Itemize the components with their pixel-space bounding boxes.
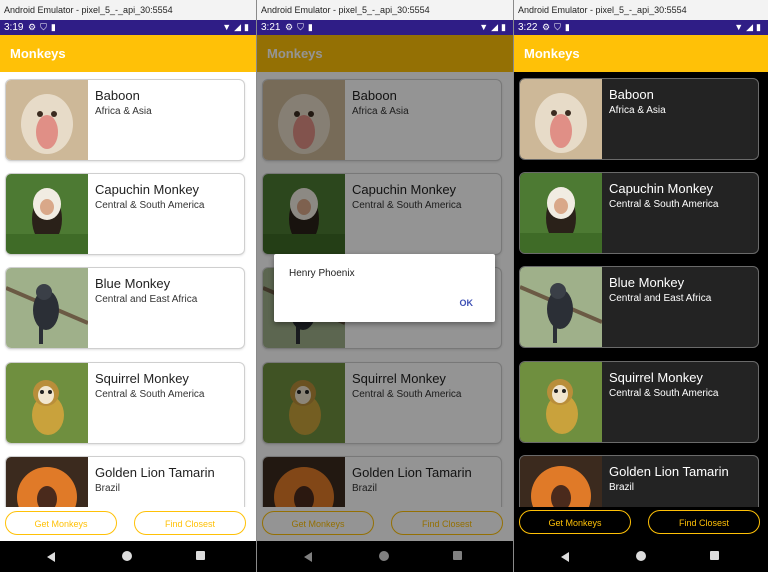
home-icon[interactable] [122,551,132,561]
find-closest-button[interactable]: Find Closest [134,511,246,535]
monkey-location: Brazil [95,483,121,494]
golden-lion-tamarin-photo [6,457,88,507]
blue-monkey-photo [6,268,88,348]
monkey-location: Central & South America [95,200,205,211]
system-nav-bar [0,541,256,572]
bottom-actions: Get Monkeys Find Closest [514,507,768,541]
monkey-name: Squirrel Monkey [609,370,703,385]
alert-dialog: Henry Phoenix OK [274,254,495,322]
status-icons-left: ⚙⛉▮ [285,20,317,35]
get-monkeys-button[interactable]: Get Monkeys [519,510,631,534]
squirrel-monkey-photo [520,362,602,442]
squirrel-monkey-photo [6,363,88,443]
monkey-location: Central & South America [609,388,719,399]
battery-icon: ▮ [501,22,509,32]
status-bar: 3:19 ⚙⛉▮ ▼◢▮ [0,20,256,35]
monkey-location: Central and East Africa [609,293,712,304]
status-icons-right: ▼◢▮ [222,20,252,35]
gear-icon: ⚙ [285,22,298,32]
monkey-list[interactable]: Baboon Africa & Asia Capuchin Monkey Cen… [0,72,256,507]
sim-icon: ▮ [50,22,60,32]
shield-icon: ⛉ [297,22,308,32]
baboon-photo [520,79,602,159]
get-monkeys-button[interactable]: Get Monkeys [5,511,117,535]
recents-icon[interactable] [196,551,205,560]
dialog-ok-button[interactable]: OK [460,298,474,308]
list-item[interactable]: Blue Monkey Central and East Africa [5,267,245,349]
signal-icon: ◢ [491,22,502,32]
monkey-location: Central & South America [609,199,719,210]
list-item[interactable]: Capuchin Monkey Central & South America [519,172,759,254]
app-bar: Monkeys [0,35,256,72]
status-icons-left: ⚙⛉▮ [542,20,574,35]
emulator-window-2: Android Emulator - pixel_5_-_api_30:5554… [257,0,513,572]
list-item[interactable]: Squirrel Monkey Central & South America [519,361,759,443]
baboon-photo [6,80,88,160]
status-time: 3:19 [4,22,24,33]
monkey-list[interactable]: Baboon Africa & Asia Capuchin Monkey Cen… [514,72,768,507]
sim-icon: ▮ [307,22,317,32]
battery-icon: ▮ [244,22,252,32]
status-bar: 3:21 ⚙⛉▮ ▼◢▮ [257,20,513,35]
window-title: Android Emulator - pixel_5_-_api_30:5554 [0,0,256,20]
status-time: 3:21 [261,22,281,33]
shield-icon: ⛉ [40,22,51,32]
back-icon[interactable] [561,552,569,562]
capuchin-photo [6,174,88,254]
status-icons-right: ▼◢▮ [734,20,764,35]
capuchin-photo [520,173,602,253]
status-bar: 3:22 ⚙⛉▮ ▼◢▮ [514,20,768,35]
list-item[interactable]: Blue Monkey Central and East Africa [519,266,759,348]
list-item[interactable]: Golden Lion Tamarin Brazil [5,456,245,507]
monkey-name: Squirrel Monkey [95,371,189,386]
monkey-name: Capuchin Monkey [609,181,714,196]
sim-icon: ▮ [564,22,574,32]
monkey-name: Golden Lion Tamarin [609,464,729,479]
monkey-name: Golden Lion Tamarin [95,465,215,480]
golden-lion-tamarin-photo [520,456,602,507]
gear-icon: ⚙ [542,22,555,32]
monkey-name: Baboon [609,87,654,102]
back-icon[interactable] [47,552,55,562]
monkey-location: Brazil [609,482,635,493]
wifi-icon: ▼ [222,22,235,32]
list-item[interactable]: Baboon Africa & Asia [519,78,759,160]
home-icon[interactable] [636,551,646,561]
window-title: Android Emulator - pixel_5_-_api_30:5554 [514,0,768,20]
recents-icon[interactable] [710,551,719,560]
list-item[interactable]: Capuchin Monkey Central & South America [5,173,245,255]
status-icons-left: ⚙⛉▮ [28,20,60,35]
monkey-location: Africa & Asia [95,106,152,117]
signal-icon: ◢ [234,22,245,32]
find-closest-button[interactable]: Find Closest [648,510,760,534]
status-time: 3:22 [518,22,538,33]
wifi-icon: ▼ [734,22,747,32]
list-item[interactable]: Squirrel Monkey Central & South America [5,362,245,444]
window-title: Android Emulator - pixel_5_-_api_30:5554 [257,0,513,20]
monkey-location: Central and East Africa [95,294,198,305]
monkey-location: Central & South America [95,389,205,400]
list-item[interactable]: Baboon Africa & Asia [5,79,245,161]
signal-icon: ◢ [746,22,757,32]
gear-icon: ⚙ [28,22,41,32]
dialog-message: Henry Phoenix [289,268,355,279]
app-bar: Monkeys [514,35,768,72]
blue-monkey-photo [520,267,602,347]
page-title: Monkeys [524,46,580,61]
system-nav-bar [514,541,768,572]
list-item[interactable]: Golden Lion Tamarin Brazil [519,455,759,507]
status-icons-right: ▼◢▮ [479,20,509,35]
emulator-window-1: Android Emulator - pixel_5_-_api_30:5554… [0,0,256,572]
wifi-icon: ▼ [479,22,492,32]
monkey-location: Africa & Asia [609,105,666,116]
battery-icon: ▮ [756,22,764,32]
bottom-actions: Get Monkeys Find Closest [0,507,256,541]
monkey-name: Blue Monkey [609,275,685,290]
monkey-name: Capuchin Monkey [95,182,200,197]
page-title: Monkeys [10,46,66,61]
monkey-name: Blue Monkey [95,276,171,291]
emulator-window-3: Android Emulator - pixel_5_-_api_30:5554… [514,0,768,572]
monkey-name: Baboon [95,88,140,103]
shield-icon: ⛉ [554,22,565,32]
